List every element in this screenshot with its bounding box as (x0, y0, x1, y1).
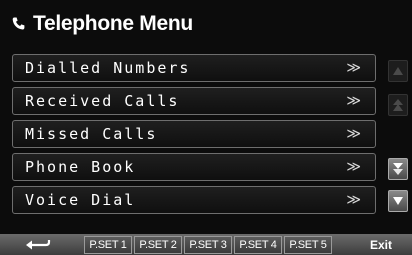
menu-item-label: Dialled Numbers (25, 59, 191, 77)
menu-item-label: Phone Book (25, 158, 136, 176)
back-arrow-icon (26, 239, 51, 249)
scroll-bottom-button[interactable] (388, 190, 408, 212)
double-chevron-right-icon: ≫ (346, 159, 361, 175)
scroll-bottom-icon (393, 197, 403, 205)
preset-4-button[interactable]: P.SET 4 (234, 236, 282, 254)
double-chevron-right-icon: ≫ (346, 192, 361, 208)
preset-5-button[interactable]: P.SET 5 (284, 236, 332, 254)
back-button[interactable] (8, 234, 68, 255)
page-up-button[interactable] (388, 94, 408, 116)
page-up-icon (393, 99, 403, 111)
preset-group: P.SET 1 P.SET 2 P.SET 3 P.SET 4 P.SET 5 (84, 236, 334, 254)
page-down-button[interactable] (388, 158, 408, 180)
preset-3-button[interactable]: P.SET 3 (184, 236, 232, 254)
preset-2-button[interactable]: P.SET 2 (134, 236, 182, 254)
telephone-menu-screen: Telephone Menu Dialled Numbers ≫ Receive… (0, 0, 412, 255)
exit-button[interactable]: Exit (358, 234, 404, 255)
header: Telephone Menu (10, 8, 193, 40)
menu-item-label: Received Calls (25, 92, 180, 110)
double-chevron-right-icon: ≫ (346, 93, 361, 109)
scroll-top-button[interactable] (388, 60, 408, 82)
menu-item-label: Voice Dial (25, 191, 136, 209)
menu-item-dialled-numbers[interactable]: Dialled Numbers ≫ (12, 54, 376, 82)
menu-item-phone-book[interactable]: Phone Book ≫ (12, 153, 376, 181)
phone-icon (10, 15, 28, 33)
scroll-top-icon (393, 67, 403, 75)
menu-item-label: Missed Calls (25, 125, 158, 143)
double-chevron-right-icon: ≫ (346, 126, 361, 142)
page-title: Telephone Menu (33, 12, 193, 35)
menu-item-received-calls[interactable]: Received Calls ≫ (12, 87, 376, 115)
double-chevron-right-icon: ≫ (346, 60, 361, 76)
menu-list: Dialled Numbers ≫ Received Calls ≫ Misse… (12, 54, 376, 219)
bottom-bar: P.SET 1 P.SET 2 P.SET 3 P.SET 4 P.SET 5 … (0, 234, 412, 255)
page-down-icon (393, 163, 403, 175)
menu-item-voice-dial[interactable]: Voice Dial ≫ (12, 186, 376, 214)
menu-item-missed-calls[interactable]: Missed Calls ≫ (12, 120, 376, 148)
preset-1-button[interactable]: P.SET 1 (84, 236, 132, 254)
